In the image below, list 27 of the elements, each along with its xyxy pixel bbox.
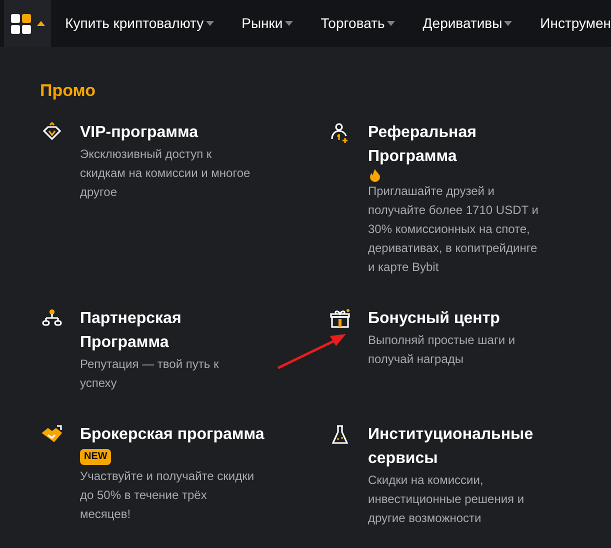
gift-icon	[328, 307, 352, 331]
item-description: Выполняй простые шаги и получай награды	[368, 332, 516, 368]
item-description: Участвуйте и получайте скидки до 50% в течение трёх месяцев!	[80, 468, 256, 523]
item-title[interactable]: Реферальная Программа	[368, 121, 560, 169]
item-title[interactable]: VIP-программа	[80, 121, 198, 145]
grid-icon	[10, 14, 31, 34]
item-title[interactable]: Партнерская Программа	[80, 307, 272, 355]
apps-menu-button[interactable]	[4, 0, 52, 47]
nav-menu-item[interactable]: Торговать	[320, 13, 395, 34]
item-title[interactable]: Институциональные сервисы	[368, 423, 560, 471]
nav-menu-item[interactable]: Рынки	[242, 13, 293, 34]
item-title[interactable]: Бонусный центр	[368, 307, 500, 331]
caret-icon	[36, 21, 45, 26]
caret-icon	[504, 21, 512, 26]
new-badge: NEW	[80, 449, 112, 465]
item-description: Эксклюзивный доступ к скидкам на комиссии и многое другое	[80, 146, 252, 201]
nav-menu-item[interactable]: Деривативы	[422, 13, 512, 34]
item-title[interactable]: Брокерская программа	[80, 423, 264, 447]
item-description: Скидки на комиссии, инвестиционные решения и другие возможности	[368, 472, 526, 527]
item-description: Репутация — твой путь к успеху	[80, 356, 220, 392]
caret-icon	[284, 21, 293, 26]
section-heading: Промо	[40, 80, 96, 102]
nav-menu-item[interactable]: Купить криптовалюту	[65, 13, 214, 34]
nav-menu-item[interactable]: Инструмен	[540, 13, 611, 34]
caret-icon	[206, 21, 214, 26]
caret-icon	[386, 21, 395, 26]
item-description: Приглашайте друзей и получайте более 1710 USDT и 30% комиссионных на споте, деривативах, в копитрейдинге и карте Bybit	[368, 183, 540, 276]
